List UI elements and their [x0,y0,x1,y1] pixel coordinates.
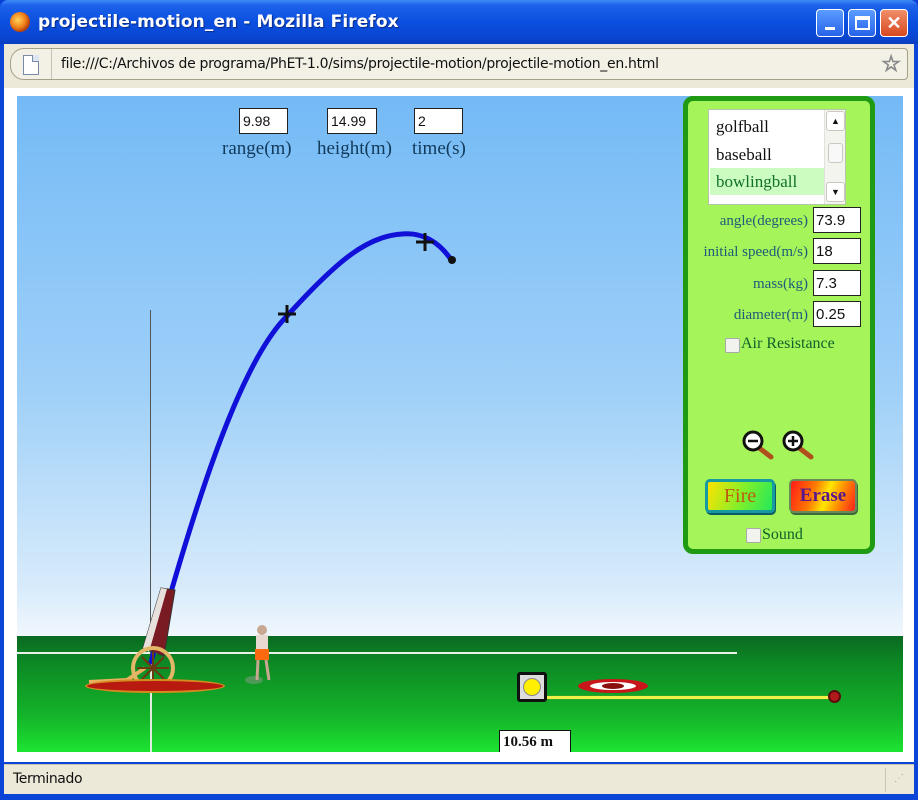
mass-field[interactable] [813,270,861,296]
navigation-bar: file:///C:/Archivos de programa/PhET-1.0… [4,44,914,88]
initial-speed-label: initial speed(m/s) [703,244,808,260]
tape-measure-icon [523,678,541,696]
erase-button[interactable]: Erase [789,479,857,513]
page-icon [23,55,39,75]
diameter-field[interactable] [813,301,861,327]
air-resistance-label: Air Resistance [741,335,835,352]
air-resistance-checkbox[interactable] [725,338,740,353]
close-button[interactable]: ✕ [880,9,908,37]
diameter-label: diameter(m) [733,307,808,323]
maximize-icon [855,16,870,30]
projectile-option-baseball[interactable]: baseball [710,141,824,168]
scroll-down-button[interactable]: ▼ [826,182,845,202]
fire-button[interactable]: Fire [705,479,775,513]
projectile-option-golfball[interactable]: golfball [710,113,824,140]
tape-measure-line [545,696,835,699]
minimize-icon [825,27,835,30]
tape-measure-end-handle[interactable] [828,690,841,703]
firefox-logo-icon [10,12,30,32]
title-bar[interactable]: projectile-motion_en - Mozilla Firefox ✕ [0,0,918,44]
initial-speed-field[interactable] [813,238,861,264]
cannon-base-shadow [85,679,225,693]
status-separator [885,768,886,792]
maximize-button[interactable] [848,9,876,37]
url-bar[interactable]: file:///C:/Archivos de programa/PhET-1.0… [10,48,908,80]
simulation-canvas[interactable]: range(m) height(m) time(s) [17,96,903,752]
projectile-option-bowlingball[interactable]: bowlingball [710,168,824,195]
page-content: range(m) height(m) time(s) [4,88,914,762]
scroll-up-button[interactable]: ▲ [826,111,845,131]
zoom-out-icon[interactable] [741,430,777,460]
url-text[interactable]: file:///C:/Archivos de programa/PhET-1.0… [61,56,659,72]
tape-measure-body[interactable] [517,672,547,702]
angle-label: angle(degrees) [719,213,808,229]
bookmark-star-icon[interactable]: ☆ [881,51,902,76]
sound-label: Sound [762,526,803,543]
minimize-button[interactable] [816,9,844,37]
sound-checkbox[interactable] [746,528,761,543]
control-panel: golfball baseball bowlingball ▲ ▼ angle(… [683,96,875,554]
url-separator [51,49,52,79]
scroll-thumb[interactable] [828,143,843,163]
person-figure [245,625,271,684]
projectile-ball [448,256,456,264]
close-icon: ✕ [886,12,902,33]
target[interactable] [578,679,648,693]
target-bullseye [602,683,624,689]
listbox-scrollbar[interactable]: ▲ ▼ [824,110,845,204]
projectile-listbox[interactable]: golfball baseball bowlingball ▲ ▼ [708,109,846,205]
resize-grip-icon[interactable]: ⋰ [894,773,910,791]
tape-measure-readout: 10.56 m [499,730,571,752]
cannon[interactable] [88,587,176,690]
browser-window: projectile-motion_en - Mozilla Firefox ✕… [0,0,918,800]
trajectory-path [148,231,455,665]
status-bar: Terminado ⋰ [4,764,914,794]
angle-field[interactable] [813,207,861,233]
mass-label: mass(kg) [753,276,808,292]
status-text: Terminado [13,771,83,787]
zoom-in-icon[interactable] [781,430,817,460]
window-title: projectile-motion_en - Mozilla Firefox [38,12,399,32]
